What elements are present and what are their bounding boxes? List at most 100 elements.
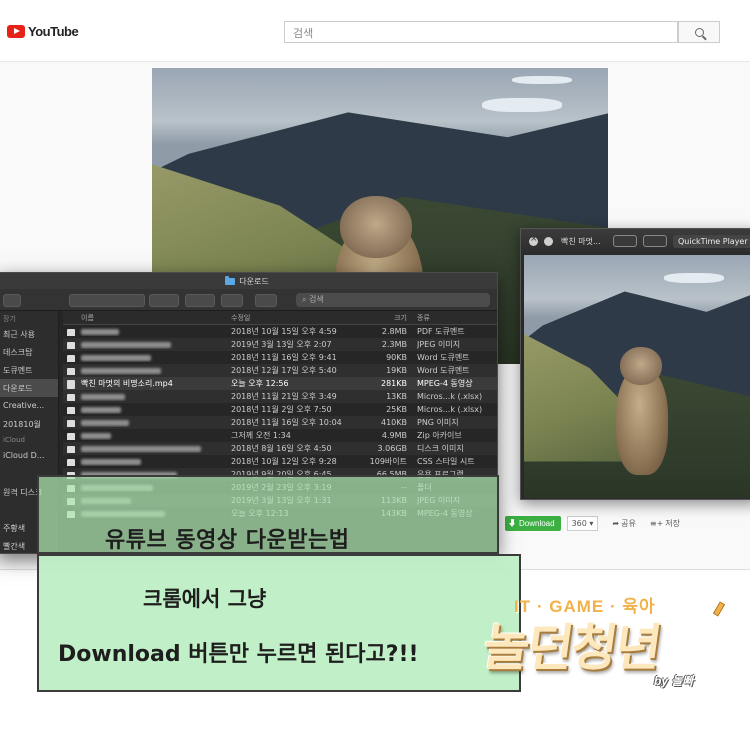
file-row[interactable]: 2018년 11월 16일 오후 10:04 410KB PNG 이미지	[63, 416, 497, 429]
redacted-name	[81, 328, 119, 335]
file-name	[63, 457, 231, 466]
file-date: 2019년 3월 13일 오후 2:07	[231, 340, 332, 349]
file-list-header: 이름 수정일 크기 종류	[63, 311, 497, 325]
download-button[interactable]: Download	[505, 515, 561, 531]
file-icon	[67, 407, 75, 414]
search-icon	[694, 27, 704, 37]
sidebar-item[interactable]: Creative...	[0, 397, 58, 415]
fullscreen-icon[interactable]	[643, 235, 667, 247]
quality-select[interactable]: 360 ▾	[566, 515, 599, 531]
sidebar-item[interactable]: 201810월	[0, 415, 58, 433]
youtube-search-input[interactable]: 검색	[284, 21, 678, 43]
file-date: 2018년 11월 21일 오후 3:49	[231, 392, 337, 401]
file-kind: 디스크 이미지	[417, 444, 464, 453]
sidebar-item[interactable]: 다운로드	[0, 379, 58, 397]
file-date: 2018년 11월 16일 오후 9:41	[231, 353, 337, 362]
sidebar-section-header: 장기	[3, 315, 16, 323]
file-size: 3.06GB	[377, 444, 408, 453]
file-row[interactable]: 2018년 10월 12일 오후 9:28 109바이트 CSS 스타일 시트	[63, 455, 497, 468]
redacted-name	[81, 432, 111, 439]
column-date[interactable]: 수정일	[231, 313, 357, 323]
sidebar-item[interactable]: 최근 사용	[0, 325, 58, 343]
file-row[interactable]: 2018년 11월 2일 오후 7:50 25KB Micros...k (.xls…	[63, 403, 497, 416]
finder-titlebar: 다운로드	[0, 273, 497, 289]
close-icon[interactable]	[529, 234, 538, 246]
sidebar-item[interactable]: 데스크탑	[0, 343, 58, 361]
group-button[interactable]	[149, 294, 179, 307]
file-icon	[67, 446, 75, 453]
file-date: 2018년 11월 2일 오후 7:50	[231, 405, 332, 414]
column-name[interactable]: 이름	[63, 313, 231, 323]
file-name	[63, 392, 231, 401]
file-row[interactable]: 그저께 오전 1:34 4.9MB Zip 아카이브	[63, 429, 497, 442]
file-row[interactable]: 빡친 마멋의 비명소리.mp4 오늘 오후 12:56 281KB MPEG-4 동영…	[63, 377, 497, 390]
view-switcher[interactable]	[69, 294, 145, 307]
column-size[interactable]: 크기	[357, 313, 417, 323]
caption-line-3: Download 버튼만 누르면 된다고?!!	[58, 642, 419, 667]
file-name	[63, 366, 231, 375]
caption-box-bottom	[37, 554, 521, 692]
youtube-search-button[interactable]	[678, 21, 720, 43]
file-row[interactable]: 2018년 10월 15일 오후 4:59 2.8MB PDF 도큐멘트	[63, 325, 497, 338]
file-row[interactable]: 2019년 3월 13일 오후 2:07 2.3MB JPEG 이미지	[63, 338, 497, 351]
save-button[interactable]: ≡+ 저장	[650, 518, 680, 529]
playlist-add-icon: ≡+	[649, 518, 664, 528]
file-size: 19KB	[386, 366, 407, 375]
file-icon	[67, 420, 75, 427]
file-name-text: 빡친 마멋의 비명소리.mp4	[81, 379, 173, 388]
youtube-header: YouTube 검색	[0, 0, 750, 62]
file-date: 2018년 11월 16일 오후 10:04	[231, 418, 342, 427]
file-date: 2018년 12월 17일 오후 5:40	[231, 366, 337, 375]
minimize-icon[interactable]	[544, 236, 553, 246]
file-size: 25KB	[386, 405, 407, 414]
redacted-name	[81, 406, 121, 413]
share-icon[interactable]	[221, 294, 243, 307]
quicktime-window: 빡친 마멋... QuickTime Player	[520, 228, 750, 500]
redacted-name	[81, 354, 151, 361]
youtube-play-icon	[7, 25, 25, 38]
file-icon	[67, 342, 75, 349]
redacted-name	[81, 445, 201, 452]
file-name: 빡친 마멋의 비명소리.mp4	[63, 378, 231, 389]
back-button[interactable]	[3, 294, 21, 307]
tag-icon[interactable]	[255, 294, 277, 307]
file-kind: PDF 도큐멘트	[417, 327, 465, 336]
file-kind: Micros...k (.xlsx)	[417, 392, 483, 401]
finder-search-input[interactable]: ⌕ 검색	[296, 293, 490, 307]
quality-value: 360	[571, 518, 587, 528]
file-date: 그저께 오전 1:34	[231, 431, 291, 440]
redacted-name	[81, 393, 125, 400]
file-date: 2018년 10월 12일 오후 9:28	[231, 457, 337, 466]
file-kind: Zip 아카이브	[417, 431, 462, 440]
sidebar-item[interactable]: 도큐멘트	[0, 361, 58, 379]
redacted-name	[81, 341, 171, 348]
file-row[interactable]: 2018년 11월 16일 오후 9:41 90KB Word 도큐멘트	[63, 351, 497, 364]
file-size: 281KB	[380, 379, 407, 388]
file-icon	[67, 394, 75, 401]
download-button-label: Download	[519, 518, 555, 528]
youtube-logo-text: YouTube	[28, 24, 79, 39]
share-button[interactable]: ➦ 공유	[612, 518, 635, 529]
share-label: 공유	[621, 518, 636, 528]
pencil-icon	[712, 601, 726, 617]
quicktime-video[interactable]	[524, 255, 750, 498]
file-row[interactable]: 2018년 11월 21일 오후 3:49 13KB Micros...k (.xl…	[63, 390, 497, 403]
file-kind: Word 도큐멘트	[417, 366, 470, 375]
file-name	[63, 431, 231, 440]
video-action-bar: Download 360 ▾ ➦ 공유 ≡+ 저장	[505, 513, 750, 533]
gear-icon[interactable]	[185, 294, 215, 307]
save-label: 저장	[665, 518, 680, 528]
column-kind[interactable]: 종류	[417, 313, 497, 323]
pip-icon[interactable]	[613, 235, 637, 247]
file-row[interactable]: 2018년 8월 16일 오후 4:50 3.06GB 디스크 이미지	[63, 442, 497, 455]
youtube-logo[interactable]: YouTube	[7, 24, 79, 39]
file-size: 410KB	[380, 418, 407, 427]
brand-name: 놀던청년	[479, 619, 664, 677]
file-kind: CSS 스타일 시트	[417, 457, 475, 466]
redacted-name	[81, 367, 161, 374]
file-icon	[67, 433, 75, 440]
file-name	[63, 444, 231, 453]
file-kind: MPEG-4 동영상	[417, 379, 473, 388]
file-row[interactable]: 2018년 12월 17일 오후 5:40 19KB Word 도큐멘트	[63, 364, 497, 377]
sidebar-item[interactable]: iCloud D...	[0, 447, 58, 465]
